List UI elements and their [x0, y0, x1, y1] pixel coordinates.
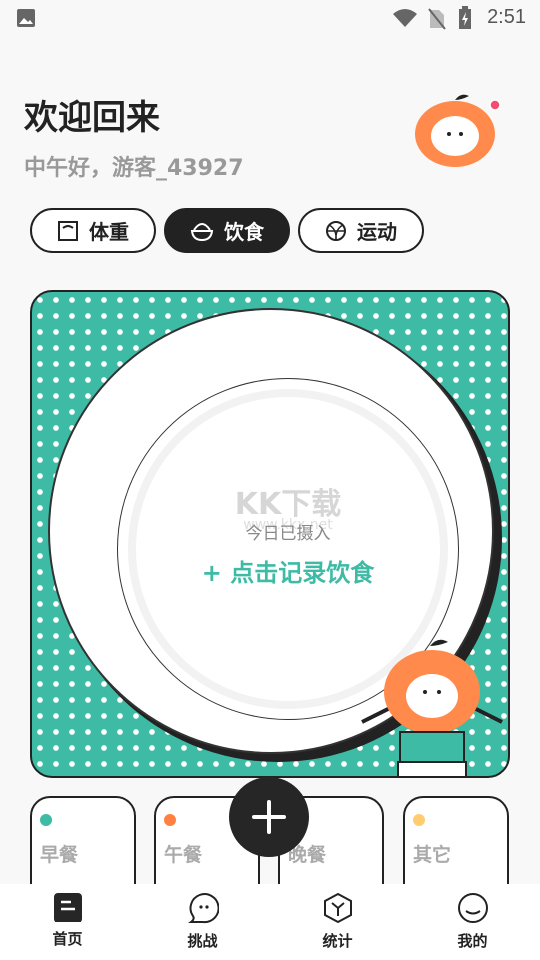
status-dot — [40, 814, 52, 826]
battery-charging-icon — [459, 6, 471, 29]
tab-exercise[interactable]: 运动 — [298, 208, 424, 253]
smile-icon — [457, 893, 488, 923]
meal-label: 其它 — [413, 844, 452, 866]
nav-label: 首页 — [52, 930, 83, 948]
meal-label: 早餐 — [40, 844, 79, 866]
cube-icon — [323, 892, 352, 924]
bottom-nav: 首页 挑战 统计 我的 — [0, 884, 540, 960]
tab-weight[interactable]: 体重 — [30, 208, 156, 253]
greeting: 中午好，游客_43927 — [24, 156, 244, 181]
tab-diet[interactable]: 饮食 — [164, 208, 290, 253]
nav-home[interactable]: 首页 — [0, 884, 135, 960]
clock: 2:51 — [487, 6, 526, 28]
status-dot — [413, 814, 425, 826]
chat-icon — [187, 893, 219, 924]
wifi-icon — [393, 9, 417, 27]
status-bar: 2:51 — [0, 0, 540, 36]
category-tabs: 体重 饮食 运动 — [30, 208, 424, 253]
meal-label: 午餐 — [164, 844, 203, 866]
rice-bowl-icon — [190, 222, 214, 241]
notification-dot — [489, 99, 501, 111]
nav-profile[interactable]: 我的 — [405, 884, 540, 960]
tab-label: 饮食 — [224, 220, 264, 244]
tab-label: 运动 — [357, 220, 397, 244]
plus-icon — [252, 800, 286, 834]
status-dot — [164, 814, 176, 826]
basketball-icon — [326, 220, 346, 241]
add-button[interactable] — [229, 777, 309, 857]
intake-label: 今日已摄入 — [245, 524, 331, 544]
mascot-illustration — [361, 639, 503, 776]
page-title: 欢迎回来 — [24, 98, 160, 138]
avatar[interactable] — [415, 92, 511, 168]
tab-label: 体重 — [89, 220, 129, 244]
nav-stats[interactable]: 统计 — [270, 884, 405, 960]
diet-plate-card[interactable]: KK下载 www.kkx.net 今日已摄入 + 点击记录饮食 — [30, 290, 510, 778]
nav-challenge[interactable]: 挑战 — [135, 884, 270, 960]
home-icon — [53, 893, 82, 922]
nav-label: 我的 — [457, 932, 488, 950]
meal-label: 晚餐 — [288, 844, 327, 866]
scale-icon — [58, 220, 78, 241]
nav-label: 统计 — [322, 932, 353, 950]
image-icon — [17, 9, 35, 27]
nav-label: 挑战 — [187, 932, 218, 950]
no-sim-icon — [428, 8, 446, 30]
record-diet-button[interactable]: + 点击记录饮食 — [118, 553, 458, 588]
